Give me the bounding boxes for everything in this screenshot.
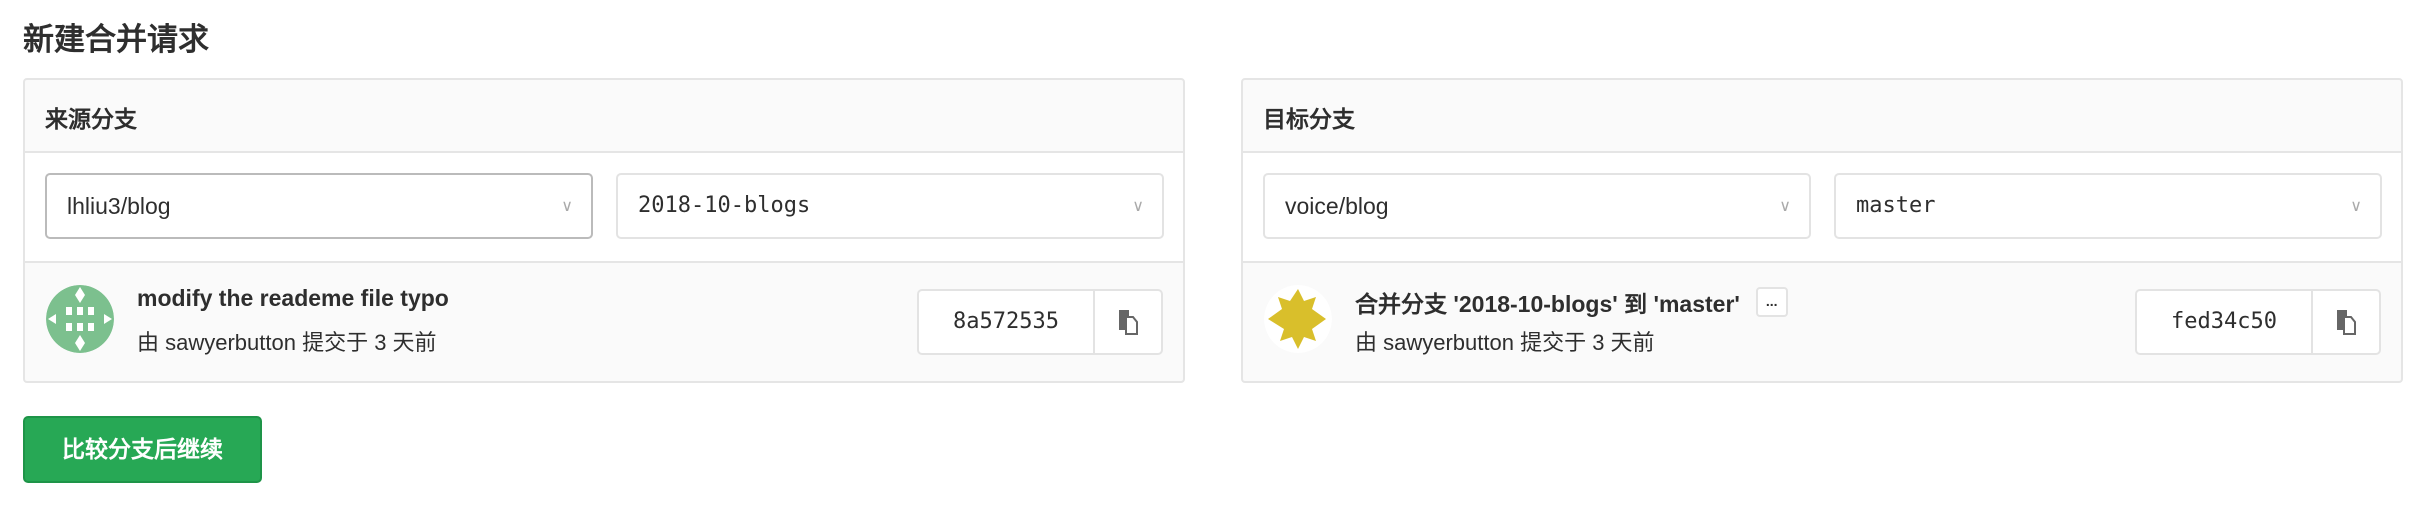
source-branch-heading: 来源分支	[25, 80, 1183, 153]
commit-title[interactable]: modify the reademe file typo	[137, 285, 449, 312]
chevron-down-icon: ∨	[1132, 196, 1144, 215]
commit-sha[interactable]: fed34c50	[2137, 291, 2313, 353]
commit-sha-group: fed34c50	[2135, 289, 2381, 355]
target-branch-panel: 目标分支 voice/blog ∨ master ∨ 合并分支 '2018-10-b…	[1241, 78, 2403, 383]
commit-title[interactable]: 合并分支 '2018-10-blogs' 到 'master'	[1355, 285, 1740, 319]
avatar	[46, 285, 114, 353]
target-branch-select[interactable]: master ∨	[1834, 173, 2382, 239]
target-commit: 合并分支 '2018-10-blogs' 到 'master'... 由 saw…	[1243, 263, 2401, 381]
target-branch-heading: 目标分支	[1243, 80, 2401, 153]
source-project-select[interactable]: lhliu3/blog ∨	[45, 173, 593, 239]
target-branch-value: master	[1856, 193, 1936, 218]
chevron-down-icon: ∨	[2350, 196, 2362, 215]
clipboard-icon	[1119, 310, 1138, 335]
expand-commit-message-button[interactable]: ...	[1755, 287, 1788, 317]
commit-meta: 由 sawyerbutton 提交于 3 天前	[137, 330, 437, 355]
chevron-down-icon: ∨	[1779, 196, 1791, 215]
copy-sha-button[interactable]	[2313, 291, 2379, 353]
clipboard-icon	[2337, 310, 2356, 335]
page-title: 新建合并请求	[23, 22, 209, 57]
source-branch-panel: 来源分支 lhliu3/blog ∨ 2018-10-blogs ∨ modify …	[23, 78, 1185, 383]
avatar	[1264, 285, 1332, 353]
commit-sha[interactable]: 8a572535	[919, 291, 1095, 353]
target-project-select[interactable]: voice/blog ∨	[1263, 173, 1811, 239]
commit-sha-group: 8a572535	[917, 289, 1163, 355]
source-commit: modify the reademe file typo 由 sawyerbut…	[25, 263, 1183, 381]
source-branch-select[interactable]: 2018-10-blogs ∨	[616, 173, 1164, 239]
source-project-value: lhliu3/blog	[67, 193, 171, 219]
commit-meta: 由 sawyerbutton 提交于 3 天前	[1355, 330, 1655, 355]
target-project-value: voice/blog	[1285, 193, 1389, 219]
compare-branches-button[interactable]: 比较分支后继续	[23, 416, 262, 483]
copy-sha-button[interactable]	[1095, 291, 1161, 353]
source-branch-value: 2018-10-blogs	[638, 193, 811, 218]
chevron-down-icon: ∨	[561, 196, 573, 215]
